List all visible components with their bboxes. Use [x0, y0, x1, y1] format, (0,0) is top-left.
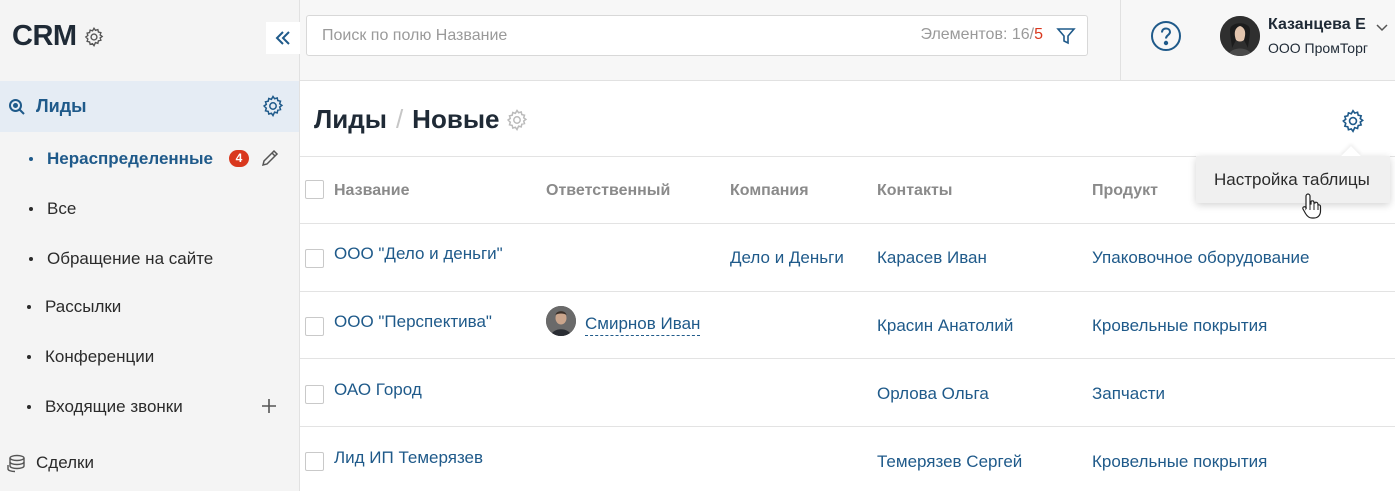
logo-row: CRM — [12, 20, 105, 53]
row-checkbox[interactable] — [305, 249, 324, 268]
sidebar: CRM Лиды Нераспределенные 4 Все Обращени… — [0, 0, 300, 491]
search-input[interactable] — [307, 16, 887, 55]
sidebar-item-label: Конференции — [45, 347, 155, 366]
product-link[interactable]: Кровельные покрытия — [1092, 316, 1267, 336]
count-badge: 4 — [229, 150, 249, 167]
contact-link[interactable]: Красин Анатолий — [877, 316, 1013, 336]
bullet — [27, 305, 31, 309]
sidebar-item-all[interactable]: Все — [0, 189, 299, 229]
sidebar-item-conferences[interactable]: Конференции — [0, 337, 299, 377]
element-count-filtered: 5 — [1034, 26, 1043, 43]
contact-link[interactable]: Орлова Ольга — [877, 384, 989, 404]
column-header-name[interactable]: Название — [334, 182, 410, 200]
divider — [300, 291, 1395, 292]
topbar: Элементов: 16/5 Казанцева Е ООО ПромТорг — [300, 0, 1395, 81]
element-count: Элементов: 16/5 — [920, 26, 1043, 44]
row-checkbox[interactable] — [305, 385, 324, 404]
lead-name-link[interactable]: Лид ИП Темерязев — [334, 448, 483, 468]
product-link[interactable]: Упаковочное оборудование — [1092, 248, 1309, 268]
column-header-company[interactable]: Компания — [730, 182, 809, 200]
column-header-responsible[interactable]: Ответственный — [546, 182, 670, 200]
contact-link[interactable]: Темерязев Сергей — [877, 452, 1022, 472]
coins-icon — [7, 454, 25, 473]
column-header-contacts[interactable]: Контакты — [877, 182, 952, 200]
sidebar-item-deals[interactable]: Сделки — [6, 452, 94, 474]
bullet — [29, 157, 33, 161]
search-box[interactable]: Элементов: 16/5 — [306, 15, 1088, 56]
element-count-total: Элементов: 16 — [920, 26, 1030, 43]
avatar[interactable] — [1220, 16, 1260, 56]
crm-logo[interactable]: CRM — [12, 20, 77, 53]
pencil-icon[interactable] — [260, 148, 280, 168]
row-checkbox[interactable] — [305, 317, 324, 336]
person-avatar-image — [546, 306, 576, 336]
bullet — [29, 257, 33, 261]
table-settings-popup: Настройка таблицы — [1196, 156, 1390, 203]
leads-icon — [9, 98, 25, 115]
table-settings-gear-icon[interactable] — [1340, 108, 1366, 134]
sidebar-item-website[interactable]: Обращение на сайте — [0, 239, 299, 279]
gear-icon[interactable] — [505, 108, 529, 132]
sidebar-item-leads-label: Лиды — [36, 96, 87, 116]
bullet — [27, 405, 31, 409]
lead-name-link[interactable]: ООО "Дело и деньги" — [334, 244, 503, 264]
double-chevron-left-icon — [275, 31, 290, 45]
sidebar-item-label: Входящие звонки — [45, 397, 183, 416]
divider — [300, 358, 1395, 359]
divider — [300, 223, 1395, 224]
sidebar-item-label: Нераспределенные — [47, 149, 213, 168]
gear-icon[interactable] — [261, 94, 285, 118]
sidebar-item-mailings[interactable]: Рассылки — [0, 287, 299, 327]
company-link[interactable]: Дело и Деньги — [730, 248, 844, 268]
lead-name-link[interactable]: ОАО Город — [334, 380, 422, 400]
sidebar-item-deals-label: Сделки — [36, 453, 94, 472]
row-checkbox[interactable] — [305, 452, 324, 471]
sidebar-item-incoming-calls[interactable]: Входящие звонки — [0, 387, 299, 427]
divider — [1120, 0, 1121, 80]
gear-icon[interactable] — [83, 26, 105, 48]
page-title: Новые — [412, 104, 500, 134]
breadcrumb-leads[interactable]: Лиды — [314, 104, 387, 135]
bullet — [27, 355, 31, 359]
column-header-product[interactable]: Продукт — [1092, 182, 1158, 200]
sidebar-item-label: Рассылки — [45, 297, 122, 316]
user-name[interactable]: Казанцева Е — [1268, 16, 1366, 34]
chevron-down-icon[interactable] — [1375, 20, 1389, 34]
sidebar-item-leads[interactable]: Лиды — [0, 81, 299, 132]
table-settings-menu-item[interactable]: Настройка таблицы — [1196, 156, 1390, 203]
hand-cursor-icon — [1302, 193, 1322, 219]
collapse-sidebar-button[interactable] — [266, 22, 300, 54]
filter-icon[interactable] — [1055, 25, 1077, 47]
plus-icon[interactable] — [260, 397, 278, 415]
divider — [300, 426, 1395, 427]
bullet — [29, 207, 33, 211]
sidebar-item-label: Все — [47, 199, 77, 218]
breadcrumb-separator: / — [395, 104, 404, 134]
sidebar-item-label: Обращение на сайте — [47, 249, 214, 268]
breadcrumb: Лиды / Новые — [314, 104, 529, 135]
lead-name-link[interactable]: ООО "Перспектива" — [334, 312, 492, 332]
avatar — [546, 306, 576, 336]
product-link[interactable]: Кровельные покрытия — [1092, 452, 1267, 472]
user-avatar-image — [1220, 16, 1260, 56]
contact-link[interactable]: Карасев Иван — [877, 248, 987, 268]
sidebar-item-unassigned[interactable]: Нераспределенные 4 — [0, 139, 299, 179]
help-icon[interactable] — [1150, 20, 1182, 52]
user-organization: ООО ПромТорг — [1268, 40, 1368, 56]
select-all-checkbox[interactable] — [305, 180, 324, 199]
responsible-user-link[interactable]: Смирнов Иван — [585, 314, 701, 336]
product-link[interactable]: Запчасти — [1092, 384, 1165, 404]
